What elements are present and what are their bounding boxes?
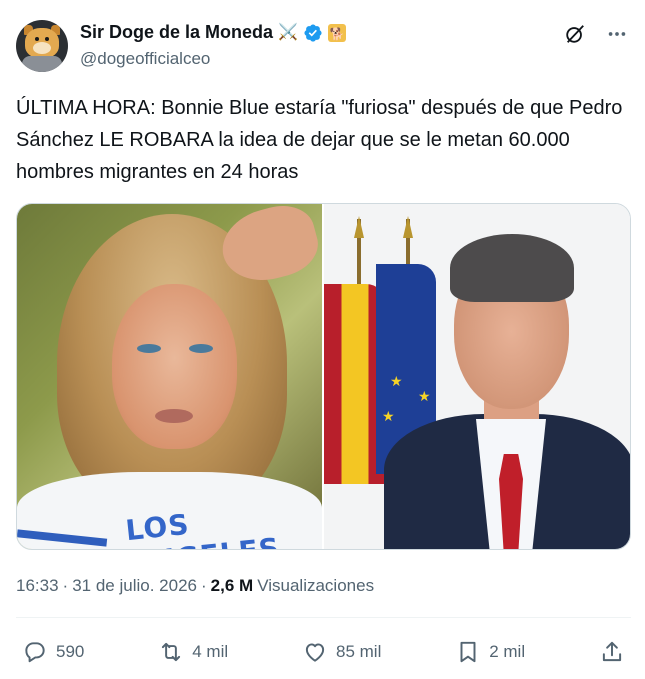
verified-badge-icon[interactable] bbox=[303, 23, 323, 43]
reply-button[interactable]: 590 bbox=[22, 639, 84, 665]
eu-star: ★ bbox=[390, 373, 403, 389]
avatar-eye bbox=[35, 37, 39, 41]
reply-count: 590 bbox=[56, 642, 85, 661]
reply-icon bbox=[25, 642, 45, 663]
divider bbox=[16, 617, 631, 618]
share-button[interactable] bbox=[599, 639, 625, 665]
media-grid: LOS ANGELES ★ ★ ★ ★ bbox=[16, 203, 631, 550]
photo-hair bbox=[450, 234, 574, 302]
flag-pole-tip bbox=[403, 216, 413, 238]
avatar-body bbox=[22, 56, 62, 72]
photo-tie bbox=[499, 454, 523, 549]
like-count: 85 mil bbox=[336, 642, 382, 661]
tweet-text: ÚLTIMA HORA: Bonnie Blue estaría "furios… bbox=[16, 97, 623, 183]
tweet-meta: 16:33 · 31 de julio. 2026 · 2,6 M Visual… bbox=[16, 576, 374, 596]
swords-emoji: ⚔️ bbox=[278, 23, 298, 41]
bookmark-count: 2 mil bbox=[489, 642, 526, 661]
photo-man[interactable]: ★ ★ ★ ★ bbox=[324, 204, 630, 549]
flag-pole-tip bbox=[354, 216, 364, 238]
grok-icon[interactable] bbox=[563, 22, 587, 46]
views-label: Visualizaciones bbox=[257, 576, 375, 595]
bookmark-icon bbox=[460, 641, 476, 663]
share-icon bbox=[602, 641, 622, 662]
bookmark-button[interactable]: 2 mil bbox=[455, 639, 525, 665]
avatar-eye bbox=[45, 37, 49, 41]
tweet-header: Sir Doge de la Moneda ⚔️ 🐕 @dogeofficial… bbox=[16, 18, 629, 74]
photo-woman[interactable]: LOS ANGELES bbox=[17, 204, 322, 549]
eu-star: ★ bbox=[382, 408, 395, 424]
doge-emoji: 🐕 bbox=[327, 23, 346, 42]
meta-separator: · bbox=[201, 576, 207, 595]
photo-lips bbox=[155, 409, 193, 423]
more-icon[interactable] bbox=[605, 22, 629, 46]
name-row: Sir Doge de la Moneda ⚔️ 🐕 bbox=[80, 22, 346, 43]
tweet-time[interactable]: 16:33 bbox=[16, 576, 59, 596]
avatar-snout bbox=[33, 42, 51, 54]
handle[interactable]: @dogeofficialceo bbox=[80, 49, 210, 69]
heart-icon bbox=[305, 643, 325, 662]
display-name[interactable]: Sir Doge de la Moneda bbox=[80, 22, 273, 43]
top-actions bbox=[563, 22, 629, 46]
photo-eye bbox=[189, 344, 213, 353]
repost-count: 4 mil bbox=[192, 642, 229, 661]
repost-button[interactable]: 4 mil bbox=[158, 639, 228, 665]
photo-eye bbox=[137, 344, 161, 353]
tweet-date[interactable]: 31 de julio. 2026 bbox=[72, 576, 197, 596]
eu-star: ★ bbox=[418, 388, 431, 404]
repost-icon bbox=[162, 642, 181, 662]
avatar[interactable] bbox=[16, 20, 68, 72]
views-count: 2,6 M bbox=[210, 576, 254, 595]
action-bar: 590 4 mil 85 mil 2 mil bbox=[22, 637, 625, 667]
photo-face bbox=[112, 284, 237, 449]
like-button[interactable]: 85 mil bbox=[302, 639, 381, 665]
meta-separator: · bbox=[62, 576, 69, 595]
